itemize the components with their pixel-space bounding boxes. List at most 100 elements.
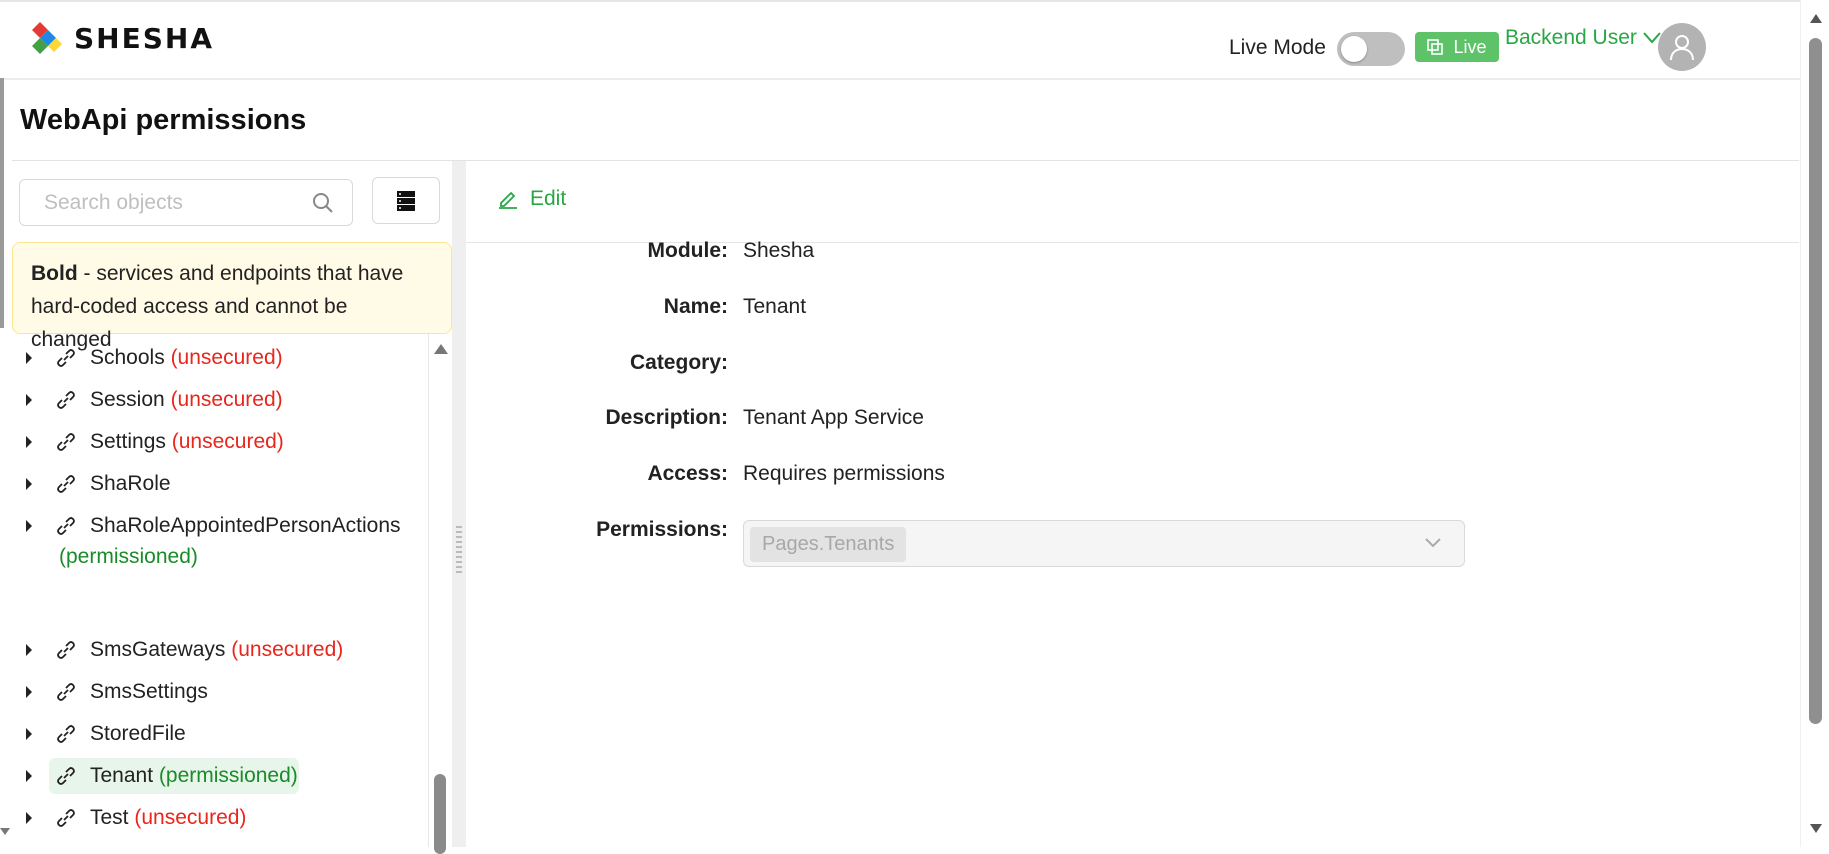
- expand-caret-icon[interactable]: [26, 436, 32, 448]
- expand-caret-icon[interactable]: [26, 644, 32, 656]
- tree-node-test[interactable]: Test (unsecured): [12, 804, 422, 832]
- app-logo[interactable]: SHESHA: [28, 20, 214, 56]
- user-menu[interactable]: Backend User: [1505, 26, 1661, 50]
- tree-node-name: ShaRoleAppointedPersonActions: [90, 514, 401, 537]
- tree-node-name: Tenant: [90, 764, 154, 787]
- permissions-select[interactable]: Pages.Tenants: [743, 520, 1465, 567]
- live-mode-label: Live Mode: [1229, 36, 1326, 59]
- view-toggle-button[interactable]: [372, 177, 440, 224]
- tree-node-tenant[interactable]: Tenant (permissioned): [12, 762, 422, 790]
- database-icon: [397, 190, 415, 211]
- expand-caret-icon[interactable]: [26, 520, 32, 532]
- shesha-logo-icon: [32, 22, 62, 54]
- api-link-icon: [57, 475, 75, 493]
- copy-icon: [1427, 39, 1444, 55]
- expand-caret-icon[interactable]: [26, 352, 32, 364]
- tree-node-name: SmsSettings: [90, 680, 208, 703]
- tree-node-smssettings[interactable]: SmsSettings: [12, 678, 422, 706]
- description-value: Tenant App Service: [743, 406, 924, 429]
- api-link-icon: [57, 641, 75, 659]
- name-label: Name:: [663, 295, 728, 318]
- api-link-icon: [57, 683, 75, 701]
- tree-node-label: Session (unsecured): [90, 388, 283, 412]
- page-scrollbar[interactable]: [1800, 0, 1829, 847]
- expand-caret-icon[interactable]: [26, 770, 32, 782]
- api-link-icon: [57, 517, 75, 535]
- tree-node-smsgateways[interactable]: SmsGateways (unsecured): [12, 636, 422, 664]
- expand-caret-icon[interactable]: [26, 394, 32, 406]
- user-icon: [1670, 35, 1694, 61]
- search-input[interactable]: [42, 189, 312, 216]
- expand-caret-icon[interactable]: [26, 686, 32, 698]
- edit-button[interactable]: Edit: [498, 187, 566, 211]
- tree-node-name: Settings: [90, 430, 166, 453]
- toolbar: Edit: [466, 161, 1799, 243]
- tree-node-name: SmsGateways: [90, 638, 226, 661]
- tree-node-storedfile[interactable]: StoredFile: [12, 720, 422, 748]
- tree-node-status: (permissioned): [59, 545, 198, 568]
- expand-caret-icon[interactable]: [26, 478, 32, 490]
- api-link-icon: [57, 391, 75, 409]
- tree-scroll-thumb[interactable]: [434, 774, 446, 854]
- tree-node-name: Schools: [90, 346, 165, 369]
- edit-label: Edit: [530, 187, 567, 210]
- tree-node-label: Settings (unsecured): [90, 430, 284, 454]
- chevron-down-icon[interactable]: [1424, 537, 1442, 549]
- expand-caret-icon[interactable]: [26, 728, 32, 740]
- tree-node-label: Schools (unsecured): [90, 346, 283, 370]
- name-value: Tenant: [743, 295, 807, 318]
- tree-scrollbar[interactable]: [430, 334, 450, 854]
- description-label: Description:: [605, 406, 728, 429]
- permission-tag: Pages.Tenants: [750, 527, 907, 562]
- tree-node-label: ShaRole: [90, 472, 171, 496]
- module-label: Module:: [647, 239, 728, 262]
- access-label: Access:: [647, 462, 728, 485]
- tree-node-status: (unsecured): [170, 388, 283, 411]
- search-icon[interactable]: [312, 192, 334, 214]
- left-edge-bar: [0, 78, 4, 328]
- tree-node-name: ShaRole: [90, 472, 171, 495]
- tree-node-sharoleappointedpersonactions[interactable]: ShaRoleAppointedPersonActions (permission…: [12, 512, 422, 568]
- tree-node-name: Test: [90, 806, 129, 829]
- tree-scroll-up-icon[interactable]: [434, 344, 448, 354]
- api-link-icon: [57, 767, 75, 785]
- top-header: SHESHA Live Mode Live Backend User: [0, 0, 1800, 80]
- category-label: Category:: [629, 351, 728, 374]
- tree-node-label: StoredFile: [90, 722, 186, 746]
- live-badge-button[interactable]: Live: [1415, 32, 1499, 62]
- tree-node-name: StoredFile: [90, 722, 186, 745]
- tree-node-session[interactable]: Session (unsecured): [12, 386, 422, 414]
- panel-splitter[interactable]: [452, 161, 466, 847]
- legend-info-box: Bold - services and endpoints that have …: [12, 242, 452, 351]
- tree-node-sharole[interactable]: ShaRole: [12, 470, 422, 498]
- toggle-knob: [1341, 36, 1367, 62]
- api-link-icon: [57, 725, 75, 743]
- tree-node-label: Test (unsecured): [90, 806, 246, 830]
- splitter-grip-icon[interactable]: [456, 526, 462, 574]
- scroll-down-icon: [0, 828, 10, 835]
- object-tree: Schools (unsecured) Session (unsecured) Se…: [12, 334, 427, 847]
- tree-node-label: Tenant (permissioned): [90, 764, 298, 788]
- tree-node-status: (permissioned): [158, 764, 298, 787]
- tree-node-label: SmsSettings: [90, 680, 208, 704]
- info-bold-text: Bold: [31, 262, 78, 285]
- tree-node-schools[interactable]: Schools (unsecured): [12, 344, 422, 372]
- tree-node-label: SmsGateways (unsecured): [90, 638, 343, 662]
- tree-node-settings[interactable]: Settings (unsecured): [12, 428, 422, 456]
- page-title: WebApi permissions: [20, 104, 307, 136]
- module-value: Shesha: [743, 239, 815, 262]
- search-box[interactable]: [19, 179, 353, 226]
- tree-node-name: Session: [90, 388, 165, 411]
- logo-text: SHESHA: [74, 21, 214, 55]
- api-link-icon: [57, 433, 75, 451]
- page-scroll-thumb[interactable]: [1809, 38, 1822, 724]
- avatar[interactable]: [1658, 23, 1706, 71]
- expand-caret-icon[interactable]: [26, 812, 32, 824]
- page-scroll-down-icon[interactable]: [1810, 824, 1822, 833]
- access-value: Requires permissions: [743, 462, 945, 485]
- live-mode-toggle[interactable]: [1337, 32, 1405, 66]
- api-link-icon: [57, 809, 75, 827]
- api-link-icon: [57, 349, 75, 367]
- tree-node-status: (unsecured): [171, 430, 284, 453]
- page-scroll-up-icon[interactable]: [1810, 14, 1822, 23]
